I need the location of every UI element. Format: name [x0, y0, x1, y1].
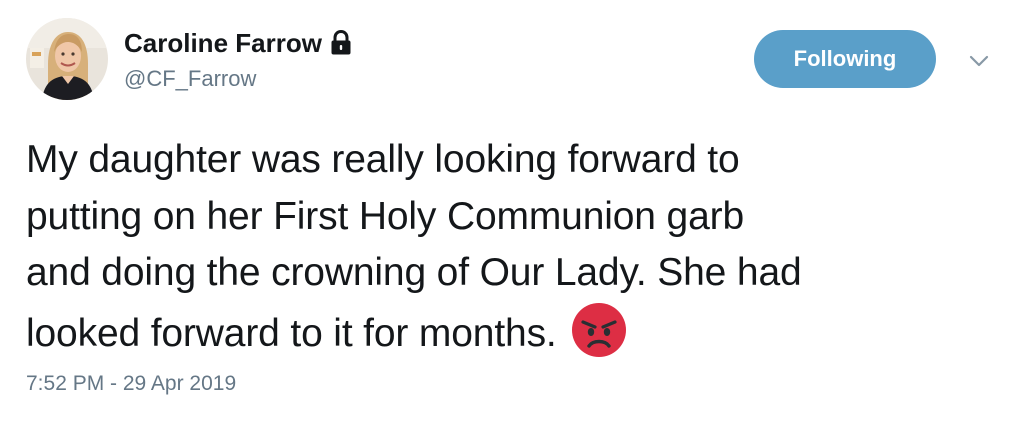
- following-button[interactable]: Following: [754, 30, 936, 88]
- lock-icon: [330, 29, 352, 56]
- tweet-card: Caroline Farrow @CF_Farrow Following My …: [0, 0, 1024, 426]
- tweet-text-last-line: looked forward to it for months.: [26, 302, 1016, 363]
- tweet-text-line: My daughter was really looking forward t…: [26, 138, 740, 181]
- author-display-name[interactable]: Caroline Farrow: [124, 28, 322, 59]
- profile-photo-icon: [26, 18, 108, 100]
- tweet-text-line: looked forward to it for months.: [26, 311, 557, 355]
- author-handle[interactable]: @CF_Farrow: [124, 66, 256, 92]
- tweet-text: My daughter was really looking forward t…: [26, 132, 1016, 362]
- chevron-down-icon[interactable]: [968, 50, 990, 72]
- tweet-timestamp[interactable]: 7:52 PM - 29 Apr 2019: [26, 372, 236, 396]
- angry-face-icon: [571, 302, 627, 358]
- tweet-text-line: putting on her First Holy Communion garb: [26, 194, 744, 238]
- author-name-row: Caroline Farrow: [124, 26, 352, 60]
- avatar[interactable]: [26, 18, 108, 100]
- tweet-text-line: and doing the crowning of Our Lady. She …: [26, 251, 802, 294]
